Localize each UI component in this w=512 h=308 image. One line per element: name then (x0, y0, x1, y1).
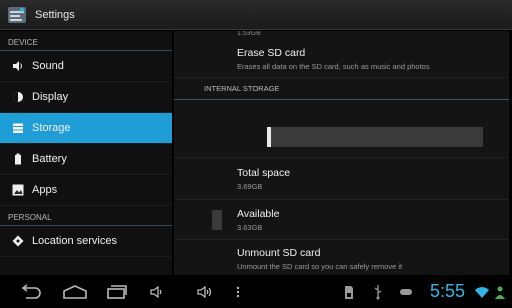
wifi-icon (474, 284, 490, 300)
clipped-value: 1.53GB (237, 31, 261, 37)
erase-sd-card-item[interactable]: Erase SD card Erases all data on the SD … (174, 41, 509, 78)
battery-icon (12, 153, 24, 165)
location-icon (12, 235, 24, 247)
pref-title: Available (237, 207, 280, 220)
menu-icon[interactable] (235, 284, 241, 300)
sd-card-icon (344, 284, 354, 300)
sidebar-item-label: Display (32, 91, 69, 103)
back-icon[interactable] (18, 284, 42, 300)
home-icon[interactable] (62, 284, 88, 300)
sidebar-item-label: Sound (32, 60, 64, 72)
sidebar-item-storage[interactable]: Storage (0, 113, 172, 144)
storage-icon (12, 122, 24, 134)
pref-title: Erase SD card (237, 47, 306, 59)
sidebar: DEVICE Sound Display Storage Battery App… (0, 31, 172, 275)
action-bar: Settings (0, 0, 512, 30)
available-color-swatch (212, 210, 222, 230)
apps-icon (12, 184, 24, 196)
pref-title: Total space (237, 166, 291, 179)
pref-value: 3.69GB (237, 181, 263, 191)
section-header-personal: PERSONAL (0, 206, 172, 226)
sidebar-item-battery[interactable]: Battery (0, 144, 172, 175)
volume-up-icon[interactable] (196, 284, 214, 300)
pref-summary: Unmount the SD card so you can safely re… (237, 262, 403, 271)
speaker-icon (12, 60, 24, 72)
display-icon (12, 91, 24, 103)
sidebar-item-label: Location services (32, 235, 117, 247)
recent-apps-icon[interactable] (106, 284, 128, 300)
unmount-sd-card-item[interactable]: Unmount SD card Unmount the SD card so y… (174, 240, 509, 275)
section-header-device: DEVICE (0, 31, 172, 51)
battery-status-icon (494, 284, 506, 300)
sidebar-item-display[interactable]: Display (0, 82, 172, 113)
volume-down-icon[interactable] (149, 284, 165, 300)
internal-storage-header: INTERNAL STORAGE (174, 78, 509, 100)
pref-summary: Erases all data on the SD card, such as … (237, 62, 430, 71)
storage-usage-bar (267, 127, 483, 147)
sidebar-item-label: Storage (32, 122, 71, 134)
sidebar-item-sound[interactable]: Sound (0, 51, 172, 82)
settings-icon[interactable] (7, 5, 27, 25)
storage-usage-row (174, 100, 509, 158)
system-navigation-bar: 5:55 (0, 276, 512, 308)
storage-used-fill (267, 127, 272, 147)
sidebar-item-label: Battery (32, 153, 67, 165)
sidebar-item-label: Apps (32, 184, 58, 196)
sidebar-item-apps[interactable]: Apps (0, 175, 172, 206)
pref-title: Unmount SD card (237, 247, 321, 259)
app-title: Settings (35, 8, 75, 21)
usb-icon (373, 284, 383, 300)
total-space-item: Total space 3.69GB (174, 158, 509, 200)
storage-content: 1.53GB Erase SD card Erases all data on … (174, 31, 509, 275)
sidebar-item-location-services[interactable]: Location services (0, 226, 172, 257)
pref-value: 3.63GB (237, 222, 263, 232)
available-item: Available 3.63GB (174, 200, 509, 240)
status-clock: 5:55 (430, 281, 466, 301)
gamepad-icon (399, 284, 413, 300)
